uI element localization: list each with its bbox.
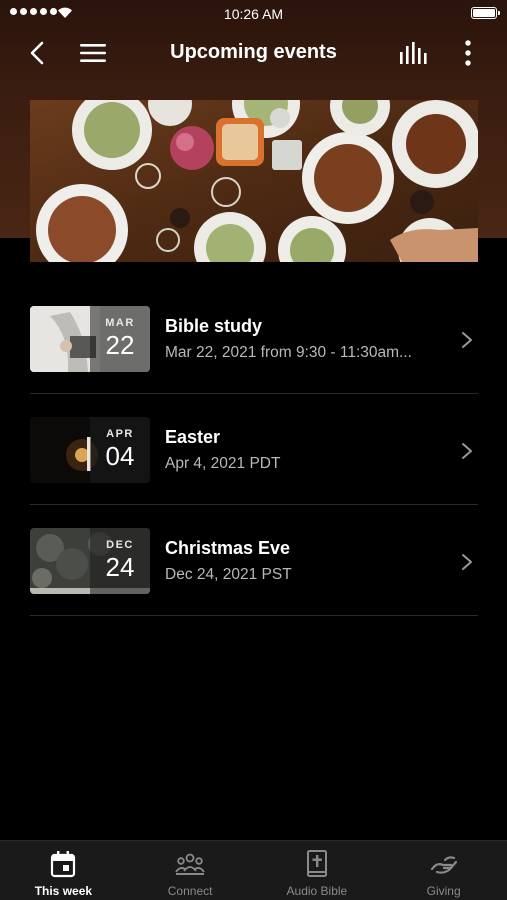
tab-connect[interactable]: Connect (127, 841, 254, 900)
tab-label: Audio Bible (286, 884, 348, 898)
event-thumbnail: DEC 24 (30, 528, 150, 594)
event-thumbnail: APR 04 (30, 417, 150, 483)
status-time: 10:26 AM (223, 6, 284, 22)
event-day: 24 (105, 552, 135, 582)
people-group-icon (175, 853, 205, 875)
event-row-christmas-eve[interactable]: DEC 24 Christmas Eve Dec 24, 2021 PST (30, 505, 478, 616)
event-name: Bible study (165, 316, 263, 336)
chevron-right-icon (462, 443, 472, 459)
chevron-right-icon (462, 332, 472, 348)
page-title: Upcoming events (170, 41, 337, 63)
navigation-bar: Upcoming events (0, 30, 507, 76)
more-vertical-icon[interactable] (458, 38, 478, 68)
event-datetime: Mar 22, 2021 from 9:30 - 11:30am... (165, 344, 412, 361)
event-month: APR (106, 428, 134, 440)
tab-this-week[interactable]: This week (0, 841, 127, 900)
tab-label: Connect (167, 884, 213, 898)
event-datetime: Apr 4, 2021 PDT (165, 455, 281, 472)
battery-icon (471, 7, 500, 19)
chevron-right-icon (462, 554, 472, 570)
event-date-badge: APR 04 (90, 417, 150, 483)
tab-label: Giving (426, 884, 461, 898)
bottom-tab-bar: This week Connect Audio Bible Giving (0, 840, 507, 900)
status-bar: 10:26 AM (0, 0, 507, 28)
event-name: Christmas Eve (165, 538, 291, 558)
event-day: 04 (105, 441, 135, 471)
event-name: Easter (165, 427, 221, 447)
hero-image (30, 100, 478, 262)
event-day: 22 (105, 330, 135, 360)
tab-audio-bible[interactable]: Audio Bible (254, 841, 381, 900)
event-row-easter[interactable]: APR 04 Easter Apr 4, 2021 PDT (30, 394, 478, 505)
event-row-bible-study[interactable]: MAR 22 Bible study Mar 22, 2021 from 9:3… (30, 283, 478, 394)
events-list: MAR 22 Bible study Mar 22, 2021 from 9:3… (30, 283, 478, 616)
event-datetime: Dec 24, 2021 PST (165, 566, 292, 583)
calendar-icon (51, 851, 76, 878)
event-date-badge: MAR 22 (90, 306, 150, 372)
tab-giving[interactable]: Giving (380, 841, 507, 900)
event-month: DEC (106, 539, 134, 551)
tab-label: This week (34, 884, 93, 898)
event-month: MAR (105, 317, 135, 329)
event-date-badge: DEC 24 (90, 528, 150, 594)
bible-book-icon (306, 850, 327, 877)
equalizer-bars-icon[interactable] (398, 40, 430, 66)
giving-hand-icon (430, 856, 457, 874)
event-thumbnail: MAR 22 (30, 306, 150, 372)
